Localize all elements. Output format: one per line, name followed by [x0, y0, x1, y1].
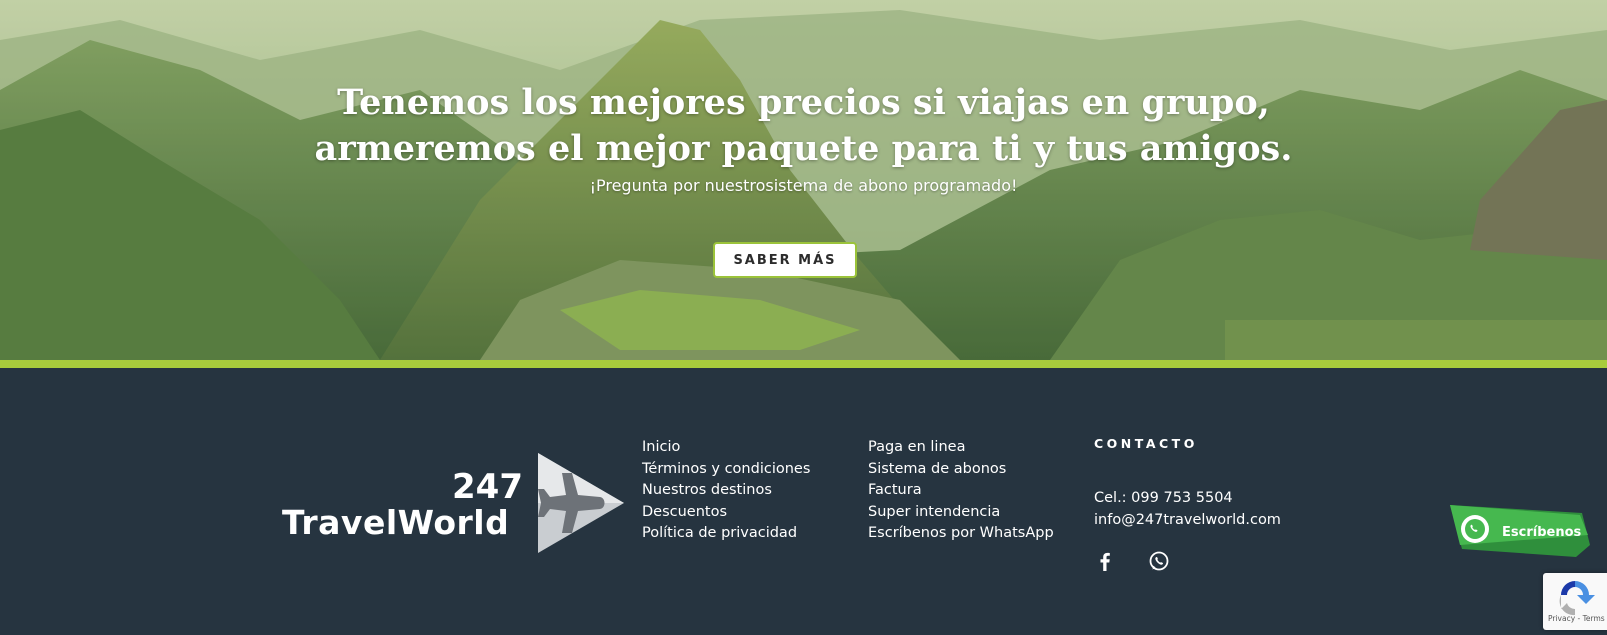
recaptcha-privacy-terms[interactable]: Privacy - Terms	[1548, 614, 1605, 623]
hero-title: Tenemos los mejores precios si viajas en…	[0, 80, 1607, 172]
footer-links-column-1: Inicio Términos y condiciones Nuestros d…	[642, 437, 810, 545]
footer-link-inicio[interactable]: Inicio	[642, 437, 810, 459]
whatsapp-icon[interactable]	[1148, 550, 1170, 572]
logo-text-travelworld: TravelWorld	[282, 503, 510, 542]
footer-link-sistema-abonos[interactable]: Sistema de abonos	[868, 459, 1054, 481]
footer-logo[interactable]: 247 TravelWorld	[282, 453, 627, 553]
accent-divider	[0, 360, 1607, 368]
footer-link-privacidad[interactable]: Política de privacidad	[642, 523, 810, 545]
footer-links-column-2: Paga en linea Sistema de abonos Factura …	[868, 437, 1054, 545]
contact-email[interactable]: info@247travelworld.com	[1094, 512, 1281, 528]
footer-link-terminos[interactable]: Términos y condiciones	[642, 459, 810, 481]
facebook-icon[interactable]	[1094, 550, 1116, 572]
hero-title-line1: Tenemos los mejores precios si viajas en…	[337, 82, 1270, 123]
footer-link-whatsapp[interactable]: Escríbenos por WhatsApp	[868, 523, 1054, 545]
footer-link-super-intendencia[interactable]: Super intendencia	[868, 502, 1054, 524]
hero-banner: Tenemos los mejores precios si viajas en…	[0, 0, 1607, 360]
contact-phone: Cel.: 099 753 5504	[1094, 490, 1233, 506]
footer-link-descuentos[interactable]: Descuentos	[642, 502, 810, 524]
contact-heading: CONTACTO	[1094, 436, 1198, 451]
saber-mas-button[interactable]: SABER MÁS	[713, 242, 857, 278]
whatsapp-float-label[interactable]: Escríbenos	[1502, 525, 1581, 540]
hero-subtitle: ¡Pregunta por nuestrosistema de abono pr…	[589, 176, 1018, 195]
footer-link-destinos[interactable]: Nuestros destinos	[642, 480, 810, 502]
plane-play-icon	[538, 453, 624, 553]
footer-link-paga-en-linea[interactable]: Paga en linea	[868, 437, 1054, 459]
logo-text-247: 247	[452, 467, 523, 507]
hero-title-line2: armeremos el mejor paquete para ti y tus…	[314, 128, 1293, 169]
footer-link-factura[interactable]: Factura	[868, 480, 1054, 502]
